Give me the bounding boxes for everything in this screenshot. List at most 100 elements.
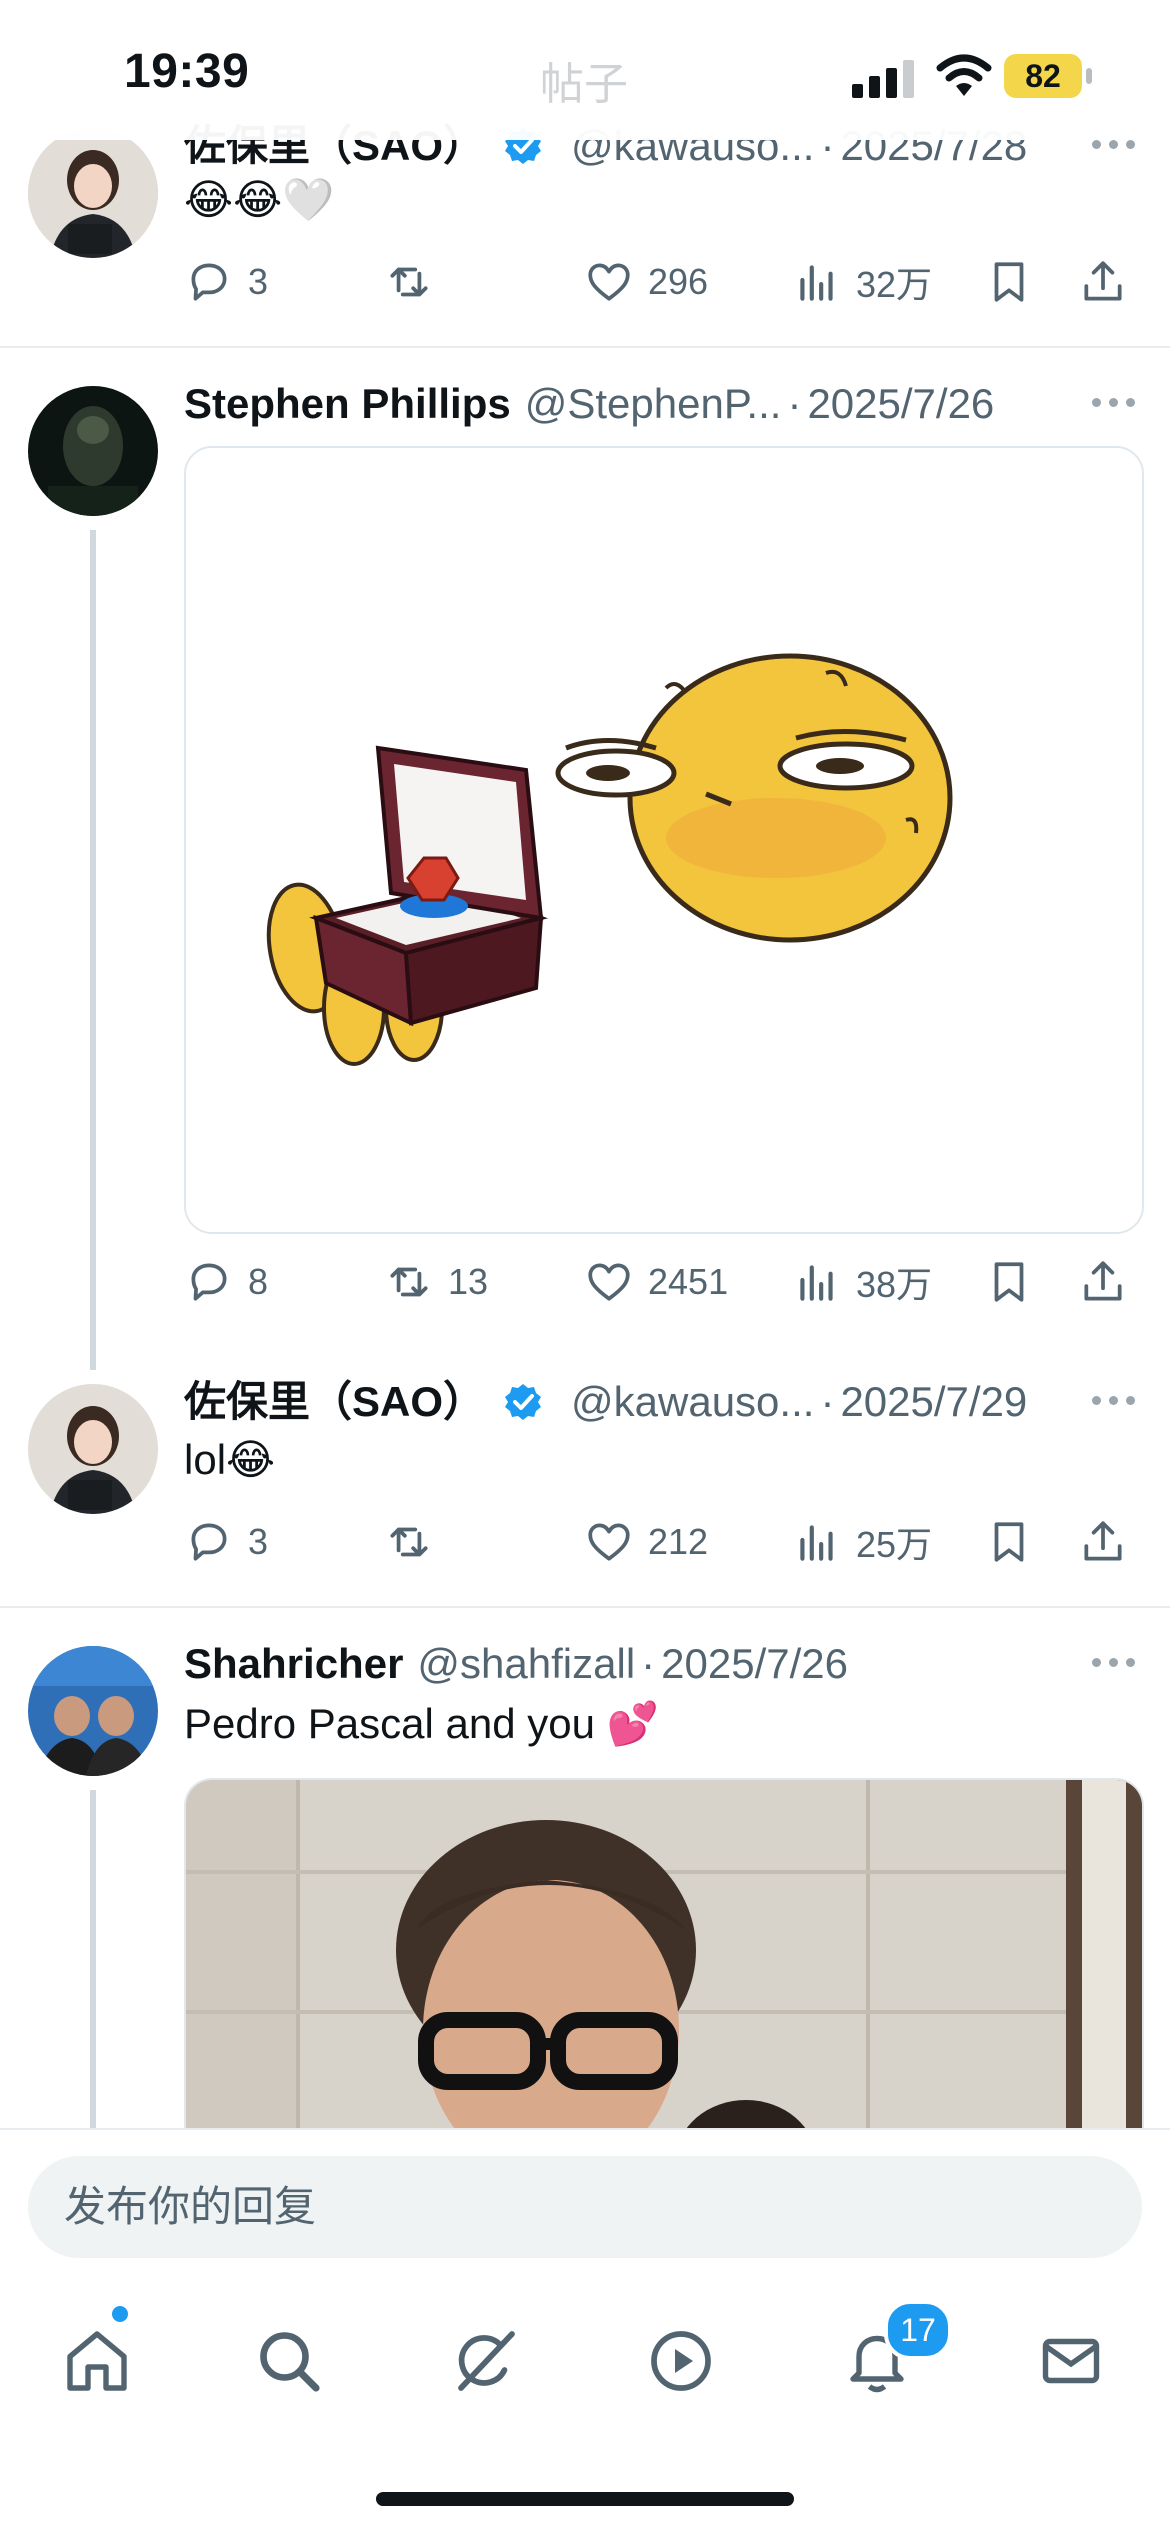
bookmark-button[interactable] xyxy=(984,1512,1034,1572)
sticker-image[interactable] xyxy=(184,446,1144,1234)
thread-line xyxy=(90,530,96,1370)
like-button[interactable]: 2451 xyxy=(584,1252,728,1312)
tweet-actions: 3 212 25万 xyxy=(184,1512,1144,1572)
reply-button[interactable]: 3 xyxy=(184,1512,268,1572)
bookmark-icon xyxy=(994,262,1024,302)
reply-button[interactable]: 3 xyxy=(184,252,268,312)
tweet-date[interactable]: 2025/7/26 xyxy=(807,376,994,432)
heart-icon xyxy=(588,1263,630,1301)
tweet-header: Shahricher @shahfizall · 2025/7/26 xyxy=(184,1636,848,1692)
bookmark-icon xyxy=(994,1522,1024,1562)
author-handle[interactable]: @kawauso... xyxy=(571,1374,814,1430)
reply-input[interactable]: 发布你的回复 xyxy=(28,2156,1142,2258)
more-options-icon[interactable] xyxy=(1092,1396,1136,1408)
tweet-text: 😂😂🤍 xyxy=(184,176,335,223)
tweet-text: Pedro Pascal and you 💕 xyxy=(184,1700,659,1747)
share-icon xyxy=(1084,261,1122,301)
share-icon xyxy=(1084,1521,1122,1561)
views-button[interactable]: 32万 xyxy=(792,252,932,312)
views-button[interactable]: 25万 xyxy=(792,1512,932,1572)
heart-icon xyxy=(588,1523,630,1561)
mail-icon xyxy=(1042,2338,1100,2384)
tweet-divider xyxy=(0,1606,1170,1608)
video-icon xyxy=(651,2331,711,2391)
retweet-button[interactable] xyxy=(384,252,448,312)
photo[interactable] xyxy=(184,1778,1144,2180)
grok-icon xyxy=(458,2331,515,2391)
bookmark-icon xyxy=(994,1262,1024,1302)
author-name[interactable]: Shahricher xyxy=(184,1636,403,1692)
author-name[interactable]: 佐保里（SAO） xyxy=(184,1374,485,1430)
separator-dot: · xyxy=(641,1640,656,1687)
author-handle[interactable]: @StephenP... xyxy=(525,376,782,432)
tweet-actions: 8 13 2451 38万 xyxy=(184,1252,1144,1312)
wifi-icon xyxy=(936,54,992,96)
separator-dot: · xyxy=(820,1378,835,1425)
author-name[interactable]: Stephen Phillips xyxy=(184,376,511,432)
view-count: 38万 xyxy=(856,1264,933,1305)
retweet-count: 13 xyxy=(448,1261,489,1302)
retweet-icon xyxy=(390,1527,428,1557)
analytics-icon xyxy=(800,1265,833,1301)
battery-icon: 82 xyxy=(1004,54,1082,98)
tweet-header: Stephen Phillips @StephenP... · 2025/7/2… xyxy=(184,376,994,432)
search-icon xyxy=(260,2332,320,2392)
tweet-divider xyxy=(0,346,1170,348)
notification-badge: 17 xyxy=(884,2300,952,2360)
retweet-icon xyxy=(390,1267,428,1297)
tweet-date[interactable]: 2025/7/26 xyxy=(661,1636,848,1692)
like-count: 296 xyxy=(648,261,709,302)
reply-icon xyxy=(191,1263,227,1301)
share-button[interactable] xyxy=(1078,1512,1128,1572)
tab-messages[interactable] xyxy=(1026,2316,1116,2406)
like-count: 2451 xyxy=(648,1261,729,1302)
reply-button[interactable]: 8 xyxy=(184,1252,268,1312)
home-notification-dot xyxy=(112,2306,128,2322)
share-button[interactable] xyxy=(1078,252,1128,312)
reply-count: 8 xyxy=(248,1261,269,1302)
tab-search[interactable] xyxy=(244,2316,334,2406)
tweet-header: 佐保里（SAO） @kawauso... · 2025/7/29 xyxy=(184,1374,1027,1430)
avatar[interactable] xyxy=(28,1384,158,1514)
bookmark-button[interactable] xyxy=(984,252,1034,312)
view-count: 32万 xyxy=(856,264,933,305)
retweet-button[interactable]: 13 xyxy=(384,1252,488,1312)
avatar[interactable] xyxy=(28,386,158,516)
retweet-button[interactable] xyxy=(384,1512,448,1572)
analytics-icon xyxy=(800,265,833,301)
page-title-faded: 帖子 xyxy=(540,60,628,109)
like-button[interactable]: 212 xyxy=(584,1512,708,1572)
author-handle[interactable]: @shahfizall xyxy=(417,1636,635,1692)
bookmark-button[interactable] xyxy=(984,1252,1034,1312)
analytics-icon xyxy=(800,1525,833,1561)
share-button[interactable] xyxy=(1078,1252,1128,1312)
battery-cap xyxy=(1086,68,1092,84)
heart-icon xyxy=(588,263,630,301)
more-options-icon[interactable] xyxy=(1092,1658,1136,1670)
home-icon xyxy=(67,2331,127,2391)
avatar[interactable] xyxy=(28,1646,158,1776)
tweet-text: lol😂 xyxy=(184,1436,276,1483)
view-count: 25万 xyxy=(856,1524,933,1565)
more-options-icon[interactable] xyxy=(1092,398,1136,410)
signal-icon xyxy=(852,58,916,98)
like-button[interactable]: 296 xyxy=(584,252,708,312)
tweet-actions: 3 296 32万 xyxy=(184,252,1144,312)
like-count: 212 xyxy=(648,1521,709,1562)
thread-line xyxy=(90,1790,96,2130)
status-time: 19:39 xyxy=(124,45,250,98)
tab-video[interactable] xyxy=(636,2316,726,2406)
avatar[interactable] xyxy=(28,128,158,258)
retweet-icon xyxy=(390,267,428,297)
tab-home[interactable] xyxy=(52,2316,142,2406)
separator-dot: · xyxy=(787,380,802,427)
tab-grok[interactable] xyxy=(440,2316,530,2406)
more-options-icon[interactable] xyxy=(1092,140,1136,152)
status-bar: 帖子 19:39 82 xyxy=(0,0,1170,140)
reply-count: 3 xyxy=(248,1521,269,1562)
views-button[interactable]: 38万 xyxy=(792,1252,932,1312)
verified-badge-icon xyxy=(505,1384,542,1420)
share-icon xyxy=(1084,1261,1122,1301)
reply-icon xyxy=(191,263,227,301)
tweet-date[interactable]: 2025/7/29 xyxy=(840,1374,1027,1430)
